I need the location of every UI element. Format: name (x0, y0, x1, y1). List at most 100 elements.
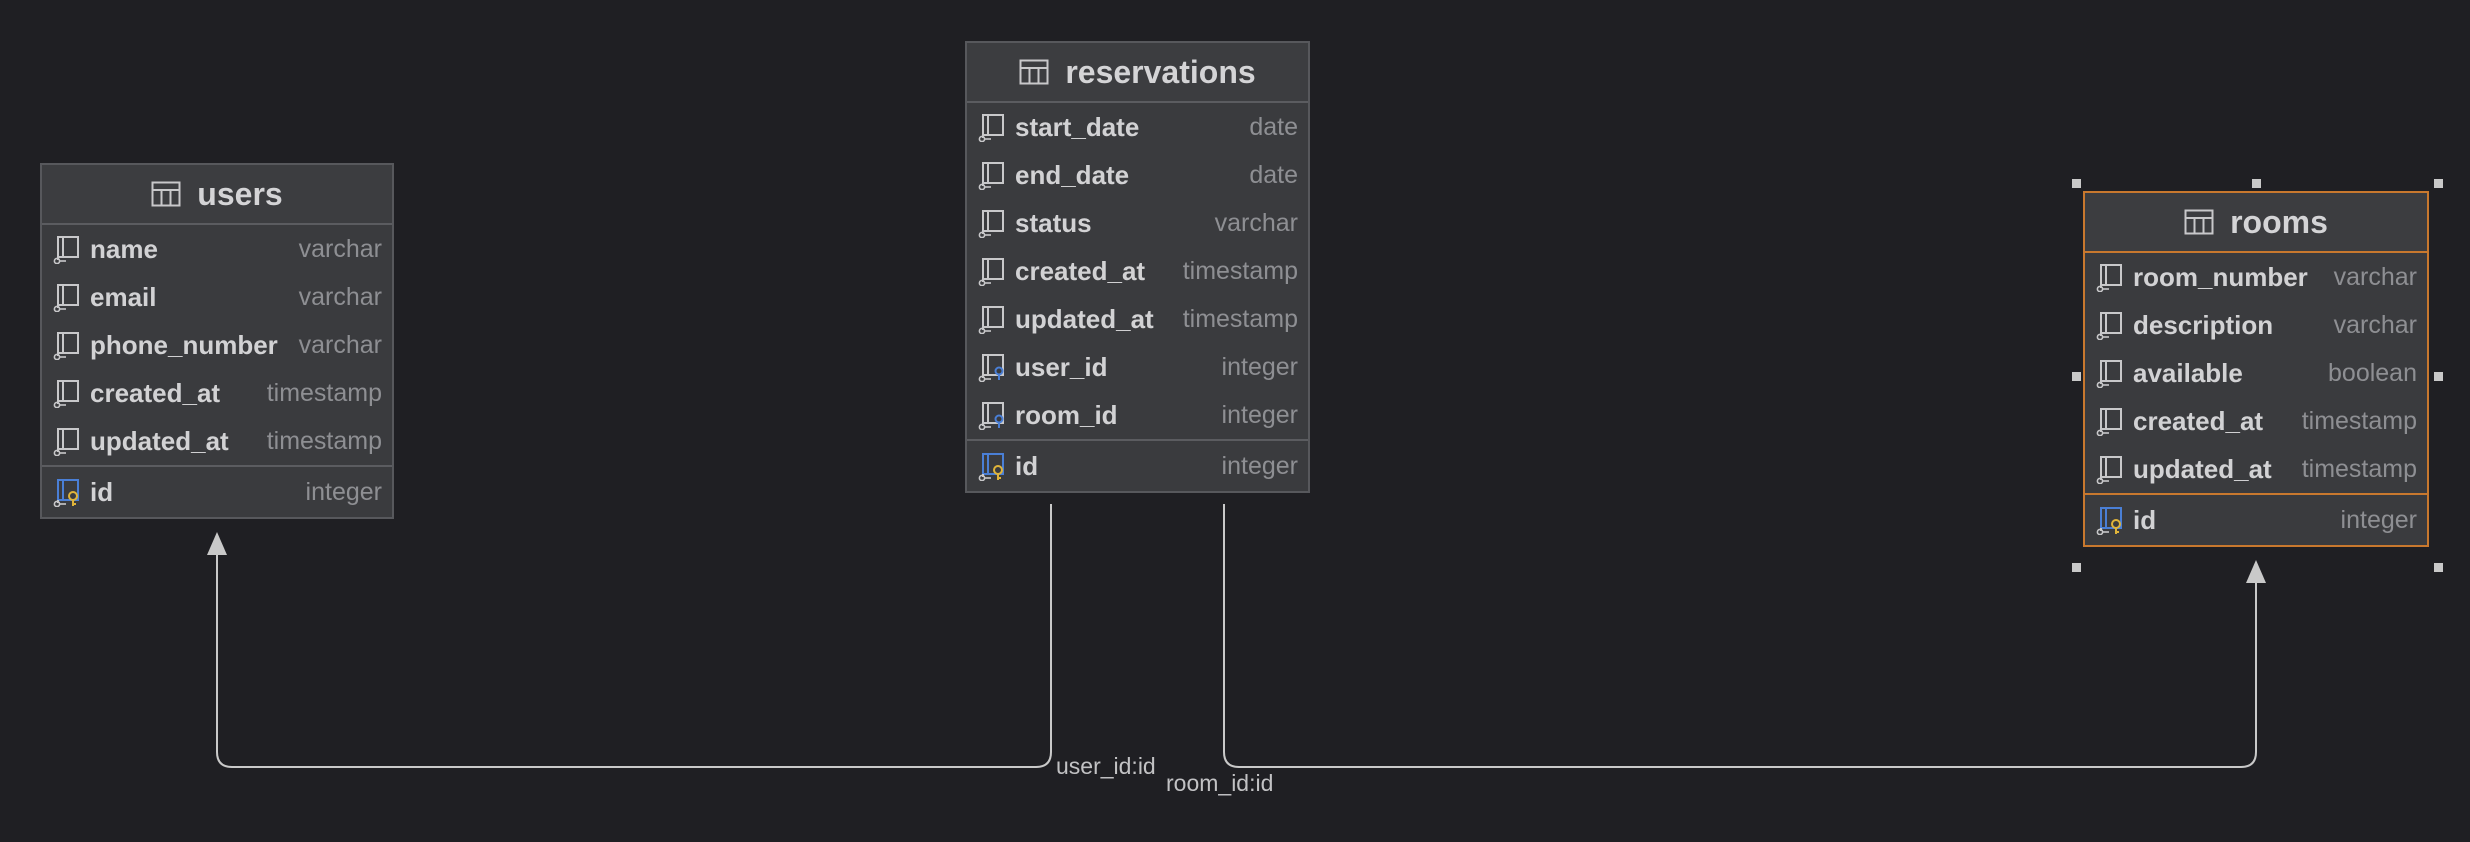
column-name: phone_number (90, 329, 278, 360)
column-name: id (2133, 504, 2157, 535)
column-icon (2096, 264, 2122, 292)
column-type: varchar (2333, 310, 2417, 339)
table-header[interactable]: rooms (2085, 193, 2427, 253)
relation-arrow-user (207, 532, 227, 555)
column-name: description (2133, 309, 2274, 340)
primary-key-row[interactable]: id integer (2085, 493, 2427, 545)
resize-handle-left[interactable] (2072, 372, 2081, 381)
table-title: rooms (2230, 203, 2328, 240)
column-row[interactable]: created_at timestamp (967, 247, 1308, 295)
column-list: name varchar email varchar phone_number varch… (42, 225, 392, 517)
resize-handle-top-left[interactable] (2072, 179, 2081, 188)
column-icon (2096, 312, 2122, 340)
column-name: name (90, 233, 158, 264)
column-name: user_id (1015, 351, 1108, 382)
primary-key-row[interactable]: id integer (967, 439, 1308, 491)
foreign-key-icon (978, 402, 1004, 430)
column-row[interactable]: room_number varchar (2085, 253, 2427, 301)
column-row[interactable]: end_date date (967, 151, 1308, 199)
reservations-table[interactable]: reservations start_date date end_date date s… (965, 41, 1310, 493)
column-row[interactable]: available boolean (2085, 349, 2427, 397)
resize-handle-bottom-left[interactable] (2072, 563, 2081, 572)
column-icon (978, 258, 1004, 286)
column-icon (978, 210, 1004, 238)
column-name: email (90, 281, 157, 312)
relation-label-room[interactable]: room_id:id (1166, 770, 1273, 797)
column-name: room_id (1015, 399, 1118, 430)
column-name: start_date (1015, 111, 1140, 142)
column-name: id (90, 476, 114, 507)
column-name: available (2133, 357, 2243, 388)
diagram-canvas[interactable]: user_id:id room_id:id users name varchar e… (0, 0, 2470, 842)
relation-label-user[interactable]: user_id:id (1056, 753, 1156, 780)
column-row[interactable]: status varchar (967, 199, 1308, 247)
table-header[interactable]: users (42, 165, 392, 225)
column-type: integer (1221, 352, 1298, 381)
column-name: created_at (1015, 255, 1146, 286)
table-header[interactable]: reservations (967, 43, 1308, 103)
resize-handle-right[interactable] (2434, 372, 2443, 381)
foreign-key-icon (978, 354, 1004, 382)
column-type: date (1249, 112, 1298, 141)
primary-key-row[interactable]: id integer (42, 465, 392, 517)
column-row[interactable]: updated_at timestamp (967, 295, 1308, 343)
column-icon (53, 284, 79, 312)
table-icon (2184, 209, 2214, 235)
users-table[interactable]: users name varchar email varchar phone_numbe… (40, 163, 394, 519)
column-name: updated_at (90, 425, 229, 456)
column-name: end_date (1015, 159, 1130, 190)
column-icon (53, 236, 79, 264)
column-icon (53, 380, 79, 408)
primary-key-icon (2096, 507, 2122, 535)
column-icon (978, 162, 1004, 190)
column-type: timestamp (266, 378, 382, 407)
column-row[interactable]: description varchar (2085, 301, 2427, 349)
resize-handle-top-right[interactable] (2434, 179, 2443, 188)
column-row[interactable]: start_date date (967, 103, 1308, 151)
column-list: room_number varchar description varchar avai… (2085, 253, 2427, 545)
column-row[interactable]: updated_at timestamp (2085, 445, 2427, 493)
column-name: updated_at (1015, 303, 1154, 334)
column-row[interactable]: updated_at timestamp (42, 417, 392, 465)
column-icon (978, 114, 1004, 142)
column-row[interactable]: created_at timestamp (42, 369, 392, 417)
relation-line-user[interactable] (216, 504, 1052, 768)
column-type: varchar (1214, 208, 1298, 237)
column-name: updated_at (2133, 453, 2272, 484)
table-title: reservations (1065, 53, 1256, 90)
column-row[interactable]: email varchar (42, 273, 392, 321)
column-type: boolean (2328, 358, 2417, 387)
column-type: integer (305, 477, 382, 506)
column-icon (2096, 360, 2122, 388)
column-type: timestamp (2301, 454, 2417, 483)
column-row[interactable]: phone_number varchar (42, 321, 392, 369)
column-row[interactable]: name varchar (42, 225, 392, 273)
column-type: timestamp (266, 426, 382, 455)
resize-handle-top[interactable] (2252, 179, 2261, 188)
column-icon (53, 428, 79, 456)
column-name: id (1015, 450, 1039, 481)
rooms-table[interactable]: rooms room_number varchar description varch… (2083, 191, 2429, 547)
column-type: timestamp (2301, 406, 2417, 435)
table-icon (1019, 59, 1049, 85)
column-name: created_at (2133, 405, 2264, 436)
resize-handle-bottom-right[interactable] (2434, 563, 2443, 572)
primary-key-icon (978, 453, 1004, 481)
column-type: integer (1221, 451, 1298, 480)
column-icon (2096, 408, 2122, 436)
primary-key-icon (53, 479, 79, 507)
column-list: start_date date end_date date status varchar c… (967, 103, 1308, 491)
table-title: users (197, 175, 283, 212)
column-name: status (1015, 207, 1092, 238)
column-type: timestamp (1182, 304, 1298, 333)
column-icon (53, 332, 79, 360)
column-type: date (1249, 160, 1298, 189)
column-type: timestamp (1182, 256, 1298, 285)
column-name: room_number (2133, 261, 2308, 292)
column-row[interactable]: room_id integer (967, 391, 1308, 439)
column-type: varchar (298, 282, 382, 311)
column-type: varchar (2333, 262, 2417, 291)
column-row[interactable]: user_id integer (967, 343, 1308, 391)
column-name: created_at (90, 377, 221, 408)
column-row[interactable]: created_at timestamp (2085, 397, 2427, 445)
